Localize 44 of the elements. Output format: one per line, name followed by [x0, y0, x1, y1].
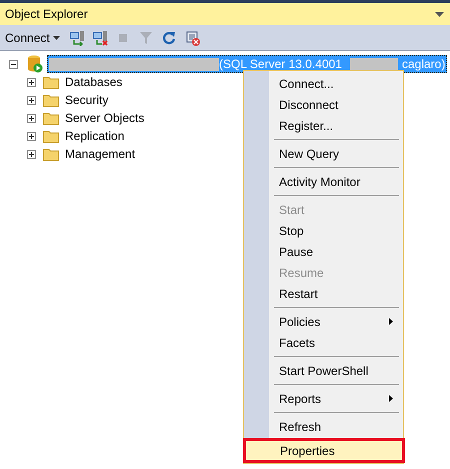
menu-item[interactable]: Activity Monitor: [244, 171, 403, 192]
tree-item[interactable]: Databases: [65, 75, 122, 89]
menu-item[interactable]: Policies: [244, 311, 403, 332]
caret-icon[interactable]: [52, 36, 60, 40]
menu-item[interactable]: Stop: [244, 220, 403, 241]
tree-item[interactable]: Server Objects: [65, 111, 144, 125]
disconnect-server-icon[interactable]: [92, 30, 108, 46]
menu-item[interactable]: Reports: [244, 388, 403, 409]
panel-title: Object Explorer: [5, 7, 88, 21]
expand-toggle-icon[interactable]: [27, 78, 36, 86]
redaction-block: [350, 58, 398, 70]
menu-item[interactable]: Refresh: [244, 416, 403, 437]
expand-toggle-icon[interactable]: [27, 114, 36, 122]
server-label-end: caglaro): [402, 57, 446, 71]
tree-item[interactable]: Management: [65, 147, 136, 161]
folder-icon: [43, 76, 59, 88]
folder-icon: [43, 148, 59, 160]
tree-item[interactable]: Replication: [65, 129, 124, 143]
expand-toggle-icon[interactable]: [27, 96, 36, 104]
submenu-arrow-icon: [389, 318, 393, 325]
folder-icon: [43, 112, 59, 124]
menu-item[interactable]: Connect...: [244, 73, 403, 94]
database-server-icon: [27, 55, 43, 73]
menu-item[interactable]: Restart: [244, 283, 403, 304]
menu-item[interactable]: New Query: [244, 143, 403, 164]
menu-item[interactable]: Properties: [245, 440, 403, 461]
menu-item[interactable]: Pause: [244, 241, 403, 262]
script-stop-icon[interactable]: [184, 30, 200, 46]
collapse-toggle-icon[interactable]: [9, 60, 18, 68]
menu-item[interactable]: Disconnect: [244, 94, 403, 115]
menu-item[interactable]: Facets: [244, 332, 403, 353]
folder-icon: [43, 94, 59, 106]
connect-server-icon[interactable]: [68, 30, 85, 46]
menu-item[interactable]: Start PowerShell: [244, 360, 403, 381]
expand-toggle-icon[interactable]: [27, 150, 36, 158]
folder-icon: [43, 130, 59, 142]
menu-item[interactable]: Register...: [244, 115, 403, 136]
server-label: (SQL Server 13.0.4001: [219, 57, 342, 71]
tree-item[interactable]: Security: [65, 93, 108, 107]
connect-button[interactable]: Connect: [5, 30, 60, 44]
refresh-icon[interactable]: [160, 30, 177, 46]
submenu-arrow-icon: [389, 395, 393, 402]
dropdown-arrow-icon[interactable]: [435, 12, 444, 16]
expand-toggle-icon[interactable]: [27, 132, 36, 140]
